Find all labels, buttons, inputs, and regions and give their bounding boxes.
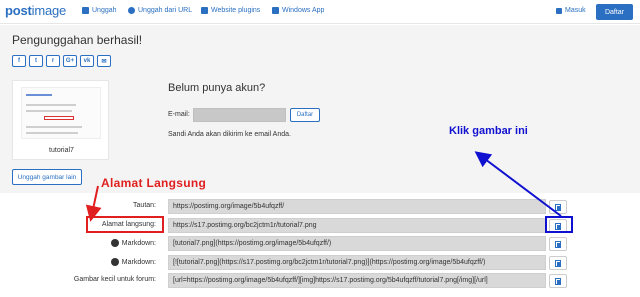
red-arrow — [85, 185, 102, 222]
blue-arrow — [474, 151, 562, 217]
annotation-arrows — [85, 151, 562, 222]
